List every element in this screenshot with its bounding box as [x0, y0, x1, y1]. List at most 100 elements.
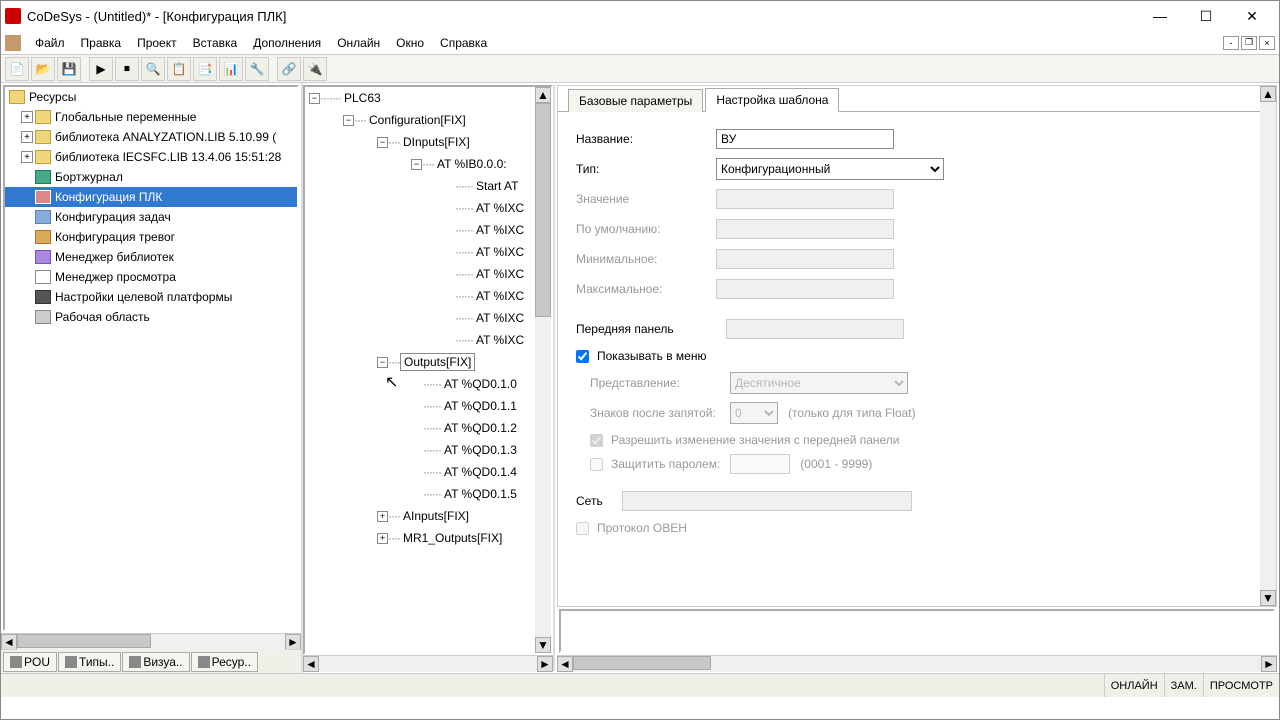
cfg-node[interactable]: ······AT %QD0.1.1: [305, 395, 551, 417]
cfg-node[interactable]: −····DInputs[FIX]: [305, 131, 551, 153]
cfg-node[interactable]: +····AInputs[FIX]: [305, 505, 551, 527]
hscrollbar[interactable]: ◄ ►: [1, 633, 301, 649]
collapse-icon[interactable]: −: [411, 159, 422, 170]
tb-btn-2[interactable]: 📑: [193, 57, 217, 81]
vscrollbar[interactable]: ▲ ▼: [535, 87, 551, 653]
menu-online[interactable]: Онлайн: [329, 34, 388, 52]
hscrollbar[interactable]: ◄ ►: [303, 655, 553, 671]
open-button[interactable]: 📂: [31, 57, 55, 81]
cfg-node[interactable]: −·······PLC63: [305, 87, 551, 109]
tree-item[interactable]: Менеджер просмотра: [5, 267, 297, 287]
menu-project[interactable]: Проект: [129, 34, 185, 52]
mdi-restore[interactable]: ❐: [1241, 36, 1257, 50]
tree-item[interactable]: Бортжурнал: [5, 167, 297, 187]
menu-file[interactable]: Файл: [27, 34, 73, 52]
cfg-node[interactable]: ······AT %QD0.1.5: [305, 483, 551, 505]
expand-icon[interactable]: +: [21, 131, 33, 143]
collapse-icon[interactable]: −: [309, 93, 320, 104]
hscrollbar[interactable]: ◄ ►: [557, 655, 1277, 671]
cfg-node[interactable]: ······AT %IXC: [305, 307, 551, 329]
tab-template-settings[interactable]: Настройка шаблона: [705, 88, 839, 112]
cfg-node[interactable]: ······Start AT: [305, 175, 551, 197]
cfg-node-outputs[interactable]: −····Outputs[FIX]: [305, 351, 551, 373]
cfg-node[interactable]: −····AT %IB0.0.0:: [305, 153, 551, 175]
scroll-thumb[interactable]: [573, 656, 711, 670]
vscrollbar[interactable]: ▲ ▼: [1260, 86, 1276, 606]
scroll-left[interactable]: ◄: [303, 656, 319, 672]
scroll-down[interactable]: ▼: [1260, 590, 1276, 606]
tb-btn-5[interactable]: 🔗: [277, 57, 301, 81]
tree-item[interactable]: Рабочая область: [5, 307, 297, 327]
scroll-up[interactable]: ▲: [1260, 86, 1276, 102]
tree-root[interactable]: Ресурсы: [5, 87, 297, 107]
stop-button[interactable]: ⏹: [115, 57, 139, 81]
tree-item[interactable]: Менеджер библиотек: [5, 247, 297, 267]
run-button[interactable]: ▶: [89, 57, 113, 81]
scroll-track[interactable]: [17, 634, 285, 650]
cfg-node[interactable]: ······AT %IXC: [305, 197, 551, 219]
tree-item[interactable]: +библиотека ANALYZATION.LIB 5.10.99 (: [5, 127, 297, 147]
tree-item[interactable]: Конфигурация задач: [5, 207, 297, 227]
cfg-node[interactable]: ······AT %IXC: [305, 263, 551, 285]
mdi-minimize[interactable]: -: [1223, 36, 1239, 50]
collapse-icon[interactable]: −: [377, 357, 388, 368]
scroll-track[interactable]: [535, 103, 551, 637]
show-menu-checkbox[interactable]: [576, 350, 589, 363]
scroll-track[interactable]: [319, 656, 537, 672]
tab-base-params[interactable]: Базовые параметры: [568, 89, 703, 112]
expand-icon[interactable]: +: [377, 511, 388, 522]
tb-btn-6[interactable]: 🔌: [303, 57, 327, 81]
scroll-right[interactable]: ►: [285, 634, 301, 650]
close-button[interactable]: ✕: [1229, 1, 1275, 31]
expand-icon[interactable]: +: [21, 111, 33, 123]
name-input[interactable]: [716, 129, 894, 149]
maximize-button[interactable]: ☐: [1183, 1, 1229, 31]
scroll-left[interactable]: ◄: [557, 656, 573, 672]
scroll-track[interactable]: [573, 656, 1261, 672]
mdi-close[interactable]: ×: [1259, 36, 1275, 50]
tree-item-plc-config[interactable]: Конфигурация ПЛК: [5, 187, 297, 207]
collapse-icon[interactable]: −: [343, 115, 354, 126]
cfg-node[interactable]: ······AT %IXC: [305, 241, 551, 263]
expand-icon[interactable]: +: [21, 151, 33, 163]
scroll-right[interactable]: ►: [1261, 656, 1277, 672]
menu-insert[interactable]: Вставка: [185, 34, 246, 52]
menu-window[interactable]: Окно: [388, 34, 432, 52]
tree-item[interactable]: +Глобальные переменные: [5, 107, 297, 127]
tab-types[interactable]: Типы..: [58, 652, 121, 672]
minimize-button[interactable]: —: [1137, 1, 1183, 31]
tab-visu[interactable]: Визуа..: [122, 652, 189, 672]
tb-btn-1[interactable]: 📋: [167, 57, 191, 81]
cfg-node[interactable]: ······AT %IXC: [305, 219, 551, 241]
tab-resources[interactable]: Ресур..: [191, 652, 258, 672]
save-button[interactable]: 💾: [57, 57, 81, 81]
find-button[interactable]: 🔍: [141, 57, 165, 81]
cfg-node[interactable]: ······AT %IXC: [305, 285, 551, 307]
collapse-icon[interactable]: −: [377, 137, 388, 148]
menu-help[interactable]: Справка: [432, 34, 495, 52]
config-tree[interactable]: −·······PLC63 −····Configuration[FIX] −·…: [303, 85, 553, 655]
cfg-node[interactable]: −····Configuration[FIX]: [305, 109, 551, 131]
cfg-node[interactable]: ······AT %QD0.1.2: [305, 417, 551, 439]
type-select[interactable]: Конфигурационный: [716, 158, 944, 180]
scroll-up[interactable]: ▲: [535, 87, 551, 103]
menu-edit[interactable]: Правка: [73, 34, 130, 52]
menu-extras[interactable]: Дополнения: [245, 34, 329, 52]
new-button[interactable]: 📄: [5, 57, 29, 81]
cfg-node[interactable]: ······AT %IXC: [305, 329, 551, 351]
scroll-thumb[interactable]: [17, 634, 151, 648]
scroll-left[interactable]: ◄: [1, 634, 17, 650]
resources-tree[interactable]: Ресурсы +Глобальные переменные +библиоте…: [3, 85, 299, 631]
cfg-node[interactable]: ······AT %QD0.1.4: [305, 461, 551, 483]
tree-item[interactable]: Настройки целевой платформы: [5, 287, 297, 307]
tree-item[interactable]: +библиотека IECSFC.LIB 13.4.06 15:51:28: [5, 147, 297, 167]
scroll-down[interactable]: ▼: [535, 637, 551, 653]
tab-pou[interactable]: POU: [3, 652, 57, 672]
cfg-node[interactable]: +····MR1_Outputs[FIX]: [305, 527, 551, 549]
scroll-thumb[interactable]: [535, 103, 551, 317]
tree-item[interactable]: Конфигурация тревог: [5, 227, 297, 247]
cfg-node[interactable]: ······AT %QD0.1.0: [305, 373, 551, 395]
scroll-right[interactable]: ►: [537, 656, 553, 672]
tb-btn-4[interactable]: 🔧: [245, 57, 269, 81]
tb-btn-3[interactable]: 📊: [219, 57, 243, 81]
